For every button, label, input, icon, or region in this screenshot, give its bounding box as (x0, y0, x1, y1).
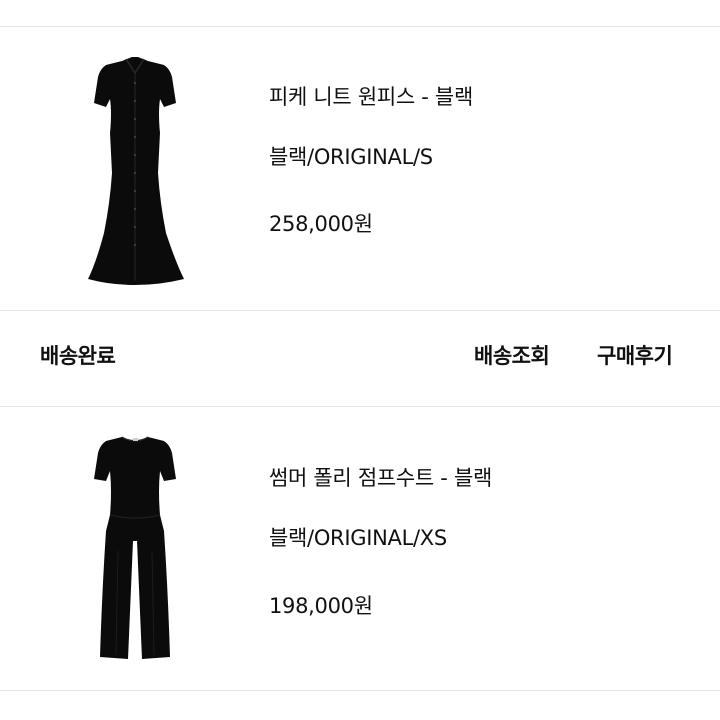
product-price: 198,000원 (269, 594, 373, 618)
delivery-status: 배송완료 (40, 344, 116, 368)
knit-dress-image (60, 53, 210, 289)
order-item[interactable]: 썸머 폴리 점프수트 - 블랙 블랙/ORIGINAL/XS 198,000원 (0, 407, 720, 690)
delivery-status-row: 배송완료 배송조회 구매후기 (0, 311, 720, 406)
jumpsuit-image (60, 431, 210, 669)
track-delivery-button[interactable]: 배송조회 (474, 343, 550, 369)
product-option: 블랙/ORIGINAL/XS (269, 526, 447, 550)
order-list: 피케 니트 원피스 - 블랙 블랙/ORIGINAL/S 258,000원 배송… (0, 0, 720, 720)
product-name[interactable]: 피케 니트 원피스 - 블랙 (269, 84, 473, 110)
order-item[interactable]: 피케 니트 원피스 - 블랙 블랙/ORIGINAL/S 258,000원 (0, 27, 720, 310)
write-review-button[interactable]: 구매후기 (597, 343, 673, 369)
divider (0, 690, 720, 691)
product-price: 258,000원 (269, 212, 373, 236)
product-name[interactable]: 썸머 폴리 점프수트 - 블랙 (269, 465, 492, 491)
product-option: 블랙/ORIGINAL/S (269, 145, 433, 169)
